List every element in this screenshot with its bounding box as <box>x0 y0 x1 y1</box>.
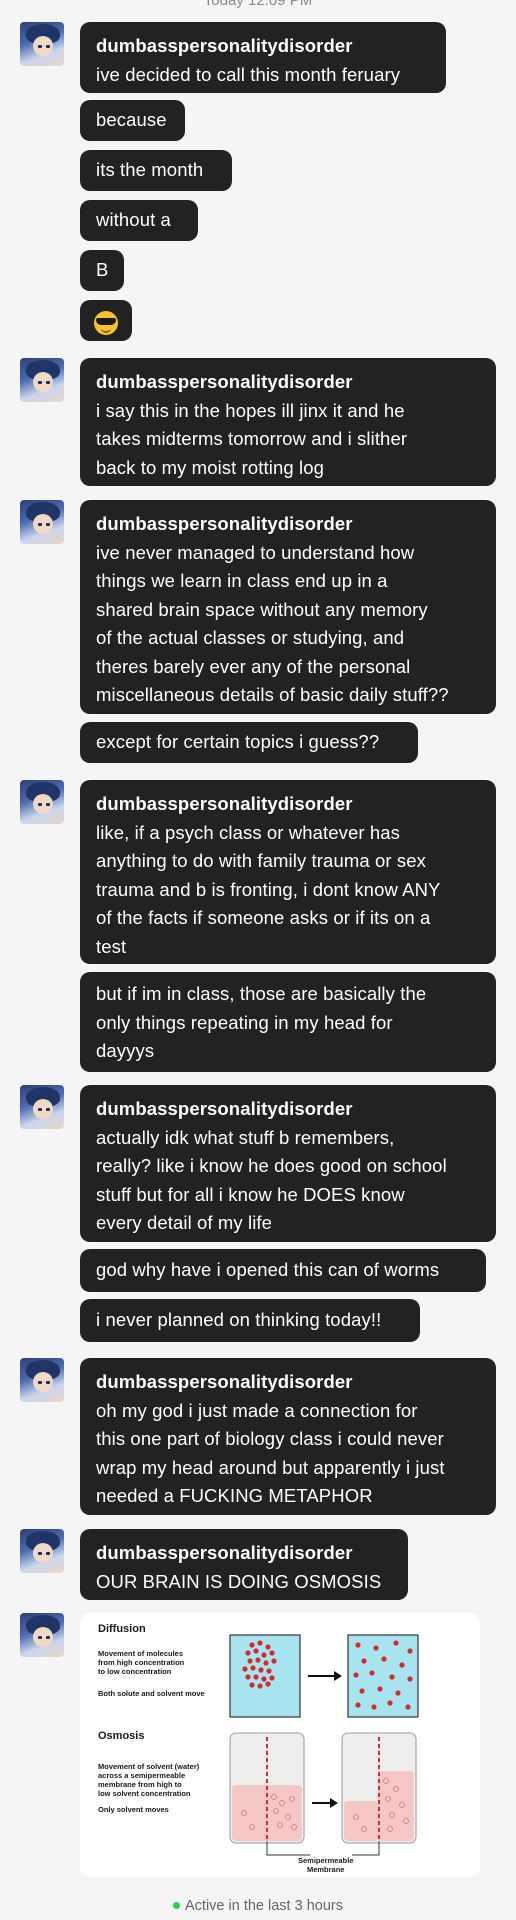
message-text: theres barely ever any of the personal <box>96 655 411 677</box>
message-text: i never planned on thinking today!! <box>96 1309 382 1330</box>
sender-name[interactable]: dumbasspersonalitydisorder <box>96 790 482 819</box>
message-text: needed a FUCKING METAPHOR <box>96 1485 373 1506</box>
avatar[interactable] <box>20 22 64 66</box>
message-bubble[interactable]: its the month <box>80 150 232 191</box>
message-text: without a <box>96 209 171 230</box>
message-bubble[interactable]: dumbasspersonalitydisorder oh my god i j… <box>80 1358 496 1515</box>
message-text: only things repeating in my head for <box>96 1011 393 1033</box>
message-bubble[interactable]: but if im in class, those are basically … <box>80 972 496 1072</box>
diffusion-osmosis-diagram <box>229 1634 419 1856</box>
message-text: anything to do with family trauma or sex <box>96 850 426 871</box>
sender-name[interactable]: dumbasspersonalitydisorder <box>96 510 482 539</box>
sender-name[interactable]: dumbasspersonalitydisorder <box>96 1095 482 1124</box>
message-text: wrap my head around but apparently i jus… <box>96 1456 445 1478</box>
active-status-text: Active in the last 3 hours <box>185 1898 343 1914</box>
sender-name[interactable]: dumbasspersonalitydisorder <box>96 368 482 397</box>
avatar[interactable] <box>20 500 64 544</box>
message-text: B <box>96 259 109 280</box>
message-bubble[interactable]: without a <box>80 200 198 241</box>
message-text: test <box>96 935 127 957</box>
message-text: trauma and b is fronting, i dont know AN… <box>96 878 441 900</box>
message-text: miscellaneous details of basic daily stu… <box>96 684 449 705</box>
message-bubble[interactable]: i never planned on thinking today!! <box>80 1299 420 1342</box>
message-bubble[interactable]: B <box>80 250 124 291</box>
message-text: of the actual classes or studying, and <box>96 627 405 648</box>
message-bubble[interactable]: dumbasspersonalitydisorder like, if a ps… <box>80 780 496 964</box>
message-bubble[interactable]: dumbasspersonalitydisorder i say this in… <box>80 358 496 486</box>
message-bubble[interactable]: because <box>80 100 185 141</box>
image-attachment[interactable]: Diffusion Movement of molecules from hig… <box>80 1613 480 1877</box>
message-text: except for certain topics i guess?? <box>96 731 380 752</box>
conversation-timestamp: Today 12:09 PM <box>203 0 313 9</box>
avatar[interactable] <box>20 1613 64 1657</box>
message-bubble[interactable]: dumbasspersonalitydisorder actually idk … <box>80 1085 496 1242</box>
message-text: really? like i know he does good on scho… <box>96 1155 447 1176</box>
message-text: every detail of my life <box>96 1212 273 1233</box>
message-text: ive never managed to understand how <box>96 541 415 563</box>
message-text: but if im in class, those are basically … <box>96 983 427 1004</box>
avatar[interactable] <box>20 358 64 402</box>
message-bubble[interactable]: dumbasspersonalitydisorder OUR BRAIN IS … <box>80 1529 408 1600</box>
message-text: actually idk what stuff b remembers, <box>96 1126 395 1148</box>
message-text: OUR BRAIN IS DOING OSMOSIS <box>96 1570 382 1592</box>
message-bubble[interactable]: god why have i opened this can of worms <box>80 1249 486 1292</box>
message-bubble[interactable]: dumbasspersonalitydisorder ive decided t… <box>80 22 446 93</box>
message-bubble[interactable]: except for certain topics i guess?? <box>80 722 418 763</box>
message-text: god why have i opened this can of worms <box>96 1259 440 1280</box>
sender-name[interactable]: dumbasspersonalitydisorder <box>96 32 432 61</box>
message-text: ive decided to call this month feruary <box>96 63 401 85</box>
avatar[interactable] <box>20 780 64 824</box>
message-text: stuff but for all i know he DOES know <box>96 1183 405 1205</box>
avatar[interactable] <box>20 1085 64 1129</box>
message-text: of the facts if someone asks or if its o… <box>96 907 431 928</box>
active-status: Active in the last 3 hours <box>0 1898 516 1914</box>
sender-name[interactable]: dumbasspersonalitydisorder <box>96 1539 394 1568</box>
message-text: i say this in the hopes ill jinx it and … <box>96 399 405 421</box>
message-text: dayyys <box>96 1040 155 1061</box>
message-text: this one part of biology class i could n… <box>96 1428 444 1449</box>
message-text: like, if a psych class or whatever has <box>96 821 401 843</box>
message-text: things we learn in class end up in a <box>96 570 388 591</box>
avatar[interactable] <box>20 1529 64 1573</box>
message-text: takes midterms tomorrow and i slither <box>96 428 408 449</box>
sunglasses-emoji-icon <box>94 311 118 336</box>
avatar[interactable] <box>20 1358 64 1402</box>
sender-name[interactable]: dumbasspersonalitydisorder <box>96 1368 482 1397</box>
online-dot-icon <box>173 1901 180 1909</box>
message-text: oh my god i just made a connection for <box>96 1399 418 1421</box>
message-bubble[interactable]: dumbasspersonalitydisorder ive never man… <box>80 500 496 714</box>
message-text: shared brain space without any memory <box>96 598 428 620</box>
message-bubble[interactable] <box>80 300 132 341</box>
message-text: its the month <box>96 159 204 180</box>
message-text: because <box>96 109 167 130</box>
message-text: back to my moist rotting log <box>96 456 324 478</box>
